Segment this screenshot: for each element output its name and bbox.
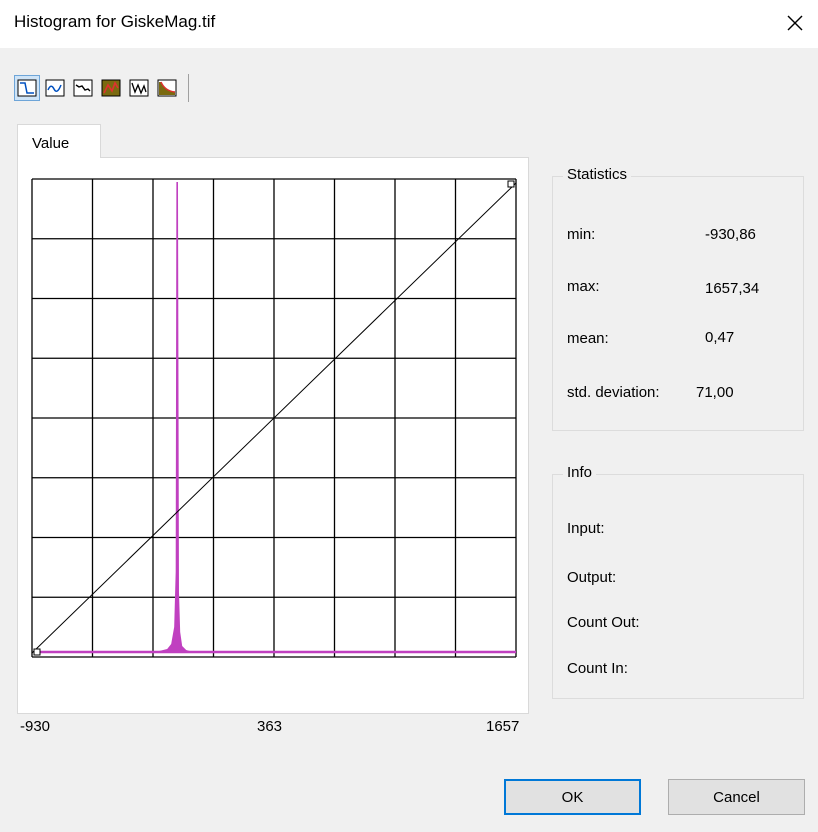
title-bar: Histogram for GiskeMag.tif bbox=[0, 0, 818, 48]
close-button[interactable] bbox=[772, 0, 818, 46]
stat-stddev-label: std. deviation: bbox=[567, 384, 660, 401]
cancel-button[interactable]: Cancel bbox=[668, 779, 805, 815]
linear-curve-icon bbox=[17, 79, 37, 97]
stat-max-value: 1657,34 bbox=[705, 280, 760, 297]
stat-mean-label: mean: bbox=[567, 330, 609, 347]
x-tick-label: 1657 bbox=[486, 718, 520, 735]
histogram-peak bbox=[149, 182, 194, 652]
log-curve-icon bbox=[157, 79, 177, 97]
zigzag-curve-icon bbox=[129, 79, 149, 97]
x-tick-label: 363 bbox=[257, 718, 283, 735]
ok-button[interactable]: OK bbox=[504, 779, 641, 815]
stat-stddev-value: 71,00 bbox=[696, 384, 734, 401]
info-title: Info bbox=[563, 464, 597, 481]
tab-value[interactable]: Value bbox=[17, 124, 101, 158]
toolbar-separator bbox=[188, 74, 189, 102]
info-count-in-label: Count In: bbox=[567, 660, 628, 677]
equalize-curve-icon bbox=[101, 79, 121, 97]
descending-curve-icon bbox=[73, 79, 93, 97]
histogram-chart[interactable] bbox=[17, 157, 529, 714]
statistics-title: Statistics bbox=[563, 166, 632, 183]
wave-curve-icon bbox=[45, 79, 65, 97]
info-count-out-label: Count Out: bbox=[567, 614, 640, 631]
window-title: Histogram for GiskeMag.tif bbox=[14, 12, 216, 31]
tool-linear[interactable] bbox=[14, 75, 40, 101]
info-input-label: Input: bbox=[567, 520, 605, 537]
stat-mean-value: 0,47 bbox=[705, 329, 735, 346]
tool-wave[interactable] bbox=[42, 75, 68, 101]
curve-control-point[interactable] bbox=[507, 180, 515, 188]
stat-min-value: -930,86 bbox=[705, 226, 756, 243]
x-tick-label: -930 bbox=[20, 718, 51, 735]
curve-control-point[interactable] bbox=[33, 648, 41, 656]
tool-descending[interactable] bbox=[70, 75, 96, 101]
tool-zigzag[interactable] bbox=[126, 75, 152, 101]
tool-log[interactable] bbox=[154, 75, 180, 101]
info-output-label: Output: bbox=[567, 569, 617, 586]
close-icon bbox=[787, 15, 803, 31]
curve-toolbar bbox=[14, 72, 189, 104]
stat-max-label: max: bbox=[567, 278, 600, 295]
stat-min-label: min: bbox=[567, 226, 596, 243]
tool-equalize[interactable] bbox=[98, 75, 124, 101]
